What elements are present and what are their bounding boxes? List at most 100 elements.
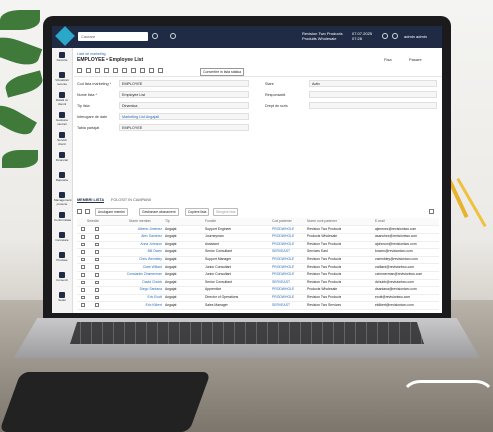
row-select-checkbox[interactable] <box>81 303 85 307</box>
column-header[interactable]: Functie <box>205 218 216 225</box>
table-row[interactable]: Eric Kilbert Angajat Sales Manager SERVEAST… <box>77 302 439 310</box>
member-name-link[interactable]: Alex Sanchez <box>114 233 162 240</box>
sidebar-item-research[interactable]: Cercetare <box>54 232 70 242</box>
partner-code-link[interactable]: PRODWHOLE <box>272 233 294 240</box>
owner-field[interactable] <box>309 91 437 98</box>
sidebar-item-compliance[interactable]: Conformitate <box>54 212 71 222</box>
column-header[interactable]: Cod partener <box>272 218 292 225</box>
sidebar-item-reports[interactable]: Rapoarte <box>54 172 70 182</box>
row-select-checkbox[interactable] <box>81 295 85 300</box>
sidebar-item-recent[interactable]: Vizualizari recente <box>54 72 70 86</box>
row-included-checkbox[interactable] <box>95 257 99 262</box>
sidebar-item-sales[interactable]: Gestiune vanzari <box>54 112 70 126</box>
member-name-link[interactable]: Alberto Jimenez <box>114 226 162 233</box>
next-record-icon[interactable] <box>149 68 154 73</box>
sidebar-item-settings[interactable]: Setari <box>54 292 70 302</box>
cancel-icon[interactable] <box>95 68 100 73</box>
tab-list-members[interactable]: MEMBRI LISTA <box>77 198 105 203</box>
row-select-checkbox[interactable] <box>81 257 85 262</box>
date-selector[interactable]: 07.07.2025 07:28 <box>352 31 372 41</box>
convert-static-list-button[interactable]: Convertire in lista statica <box>200 67 245 76</box>
history-icon[interactable] <box>152 33 158 39</box>
row-select-checkbox[interactable] <box>81 280 85 285</box>
sidebar-item-orders[interactable]: Comenzi <box>54 272 70 282</box>
member-name-link[interactable]: Eric Ecott <box>114 294 162 301</box>
save-icon[interactable] <box>86 68 91 73</box>
clear-list-button[interactable]: Stergere lista <box>213 208 239 216</box>
column-header[interactable]: Selectie <box>87 218 99 225</box>
add-icon[interactable] <box>113 68 118 73</box>
add-members-button[interactable]: Anulugare membri <box>95 208 128 216</box>
sidebar-item-service[interactable]: Servicii clienti <box>54 132 70 146</box>
user-menu[interactable]: admin admin <box>404 34 427 39</box>
sidebar-item-favorite[interactable]: Favorite <box>54 52 70 62</box>
column-header[interactable]: Nume cont partener <box>307 218 337 225</box>
partner-code-link[interactable]: PRODWHOLE <box>272 264 294 271</box>
shared-table-field[interactable]: EMPLOYEE <box>119 124 249 131</box>
row-included-checkbox[interactable] <box>95 295 99 300</box>
member-name-link[interactable]: Eric Kilbert <box>114 302 162 309</box>
first-record-icon[interactable] <box>131 68 136 73</box>
row-select-checkbox[interactable] <box>81 265 85 269</box>
column-header[interactable]: Nume membru <box>129 218 151 225</box>
app-logo-icon[interactable] <box>55 26 75 46</box>
partner-code-link[interactable]: PRODWHOLE <box>272 256 294 263</box>
status-field[interactable]: Activ <box>309 80 437 87</box>
partner-code-link[interactable]: PRODWHOLE <box>272 294 294 301</box>
row-included-checkbox[interactable] <box>95 288 99 292</box>
row-included-checkbox[interactable] <box>95 234 99 239</box>
partner-code-link[interactable]: PRODWHOLE <box>272 286 294 293</box>
row-included-checkbox[interactable] <box>95 303 99 307</box>
partner-code-link[interactable]: PRODWHOLE <box>272 271 294 278</box>
list-type-field[interactable]: Dinamica <box>119 102 249 109</box>
list-name-field[interactable]: Employee List <box>119 91 249 98</box>
member-name-link[interactable]: David Chubb <box>114 279 162 286</box>
refresh-icon[interactable] <box>77 208 82 214</box>
member-name-link[interactable]: Anna Johnson <box>114 241 162 248</box>
write-access-field[interactable] <box>309 102 437 109</box>
settings-icon[interactable] <box>392 33 398 39</box>
delete-icon[interactable] <box>122 68 127 73</box>
member-name-link[interactable]: Constantin Zimmerman <box>114 271 162 278</box>
row-select-checkbox[interactable] <box>81 227 85 231</box>
partner-code-link[interactable]: SERVEAST <box>272 248 290 255</box>
marketing-list-id-field[interactable]: EMPLOYEE <box>119 80 249 87</box>
member-name-link[interactable]: Clark Willard <box>114 264 162 271</box>
undo-icon[interactable] <box>77 68 82 73</box>
row-included-checkbox[interactable] <box>95 250 99 254</box>
pasare-button[interactable]: Pasare <box>409 57 422 62</box>
row-select-checkbox[interactable] <box>81 234 85 239</box>
column-header[interactable]: E-mail <box>375 218 385 225</box>
tab-used-in-campaigns[interactable]: FOLOSIT IN CAMPANII <box>111 198 151 202</box>
row-select-checkbox[interactable] <box>81 272 85 277</box>
row-included-checkbox[interactable] <box>95 272 99 277</box>
add-row-icon[interactable] <box>85 208 90 214</box>
row-included-checkbox[interactable] <box>95 280 99 285</box>
column-header[interactable]: Tip <box>165 218 170 225</box>
row-included-checkbox[interactable] <box>95 227 99 231</box>
partner-code-link[interactable]: SERVEAST <box>272 302 290 309</box>
data-query-field[interactable]: Marketing List Angajati <box>119 113 249 120</box>
partner-code-link[interactable]: PRODWHOLE <box>272 226 294 233</box>
sidebar-item-finance[interactable]: Financiar <box>54 152 70 162</box>
partner-code-link[interactable]: SERVEAST <box>272 279 290 286</box>
filter-icon[interactable] <box>429 208 434 214</box>
sidebar-item-crm[interactable]: Relatii cu clientii <box>54 92 70 106</box>
row-select-checkbox[interactable] <box>81 288 85 292</box>
row-select-checkbox[interactable] <box>81 242 85 247</box>
sidebar-item-projects[interactable]: Management proiecte <box>54 192 72 206</box>
member-name-link[interactable]: Chris Wembley <box>114 256 162 263</box>
member-name-link[interactable]: Diego Santana <box>114 286 162 293</box>
prev-record-icon[interactable] <box>140 68 145 73</box>
help-icon[interactable] <box>382 33 388 39</box>
breadcrumb[interactable]: Liste de marketing <box>77 52 106 56</box>
last-record-icon[interactable] <box>158 68 163 73</box>
fisa-button[interactable]: Fisa <box>384 57 392 62</box>
manage-subscription-button[interactable]: Gestionare abonament <box>139 208 179 216</box>
row-included-checkbox[interactable] <box>95 265 99 269</box>
member-name-link[interactable]: Bill Owen <box>114 248 162 255</box>
copy-list-button[interactable]: Copiere lista <box>185 208 210 216</box>
power-icon[interactable] <box>170 33 176 39</box>
partner-code-link[interactable]: PRODWHOLE <box>272 241 294 248</box>
row-select-checkbox[interactable] <box>81 250 85 254</box>
